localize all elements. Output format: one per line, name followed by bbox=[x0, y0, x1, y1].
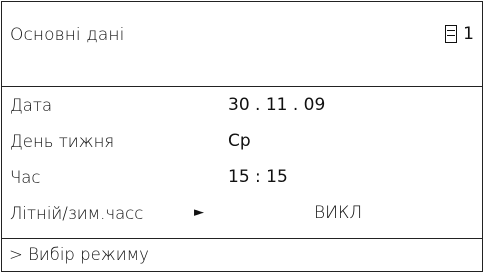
page-title: Основні дані bbox=[10, 25, 125, 45]
page-list-icon bbox=[445, 25, 458, 43]
row-dst[interactable]: Літній/зим.часс ► ВИКЛ bbox=[2, 196, 482, 232]
row-label: Час bbox=[10, 168, 41, 187]
row-label: День тижня bbox=[10, 132, 115, 151]
row-time[interactable]: Час 15 : 15 bbox=[2, 160, 482, 196]
weekday-value[interactable]: Ср bbox=[228, 131, 251, 151]
display-panel: Основні дані 1 Дата 30 . 11 . 09 День ти… bbox=[1, 1, 483, 272]
mode-select-link[interactable]: > Вибір режиму bbox=[9, 245, 149, 264]
date-value[interactable]: 30 . 11 . 09 bbox=[228, 95, 325, 115]
page-number: 1 bbox=[463, 24, 474, 44]
time-value[interactable]: 15 : 15 bbox=[228, 167, 288, 187]
footer[interactable]: > Вибір режиму bbox=[2, 238, 482, 271]
row-date[interactable]: Дата 30 . 11 . 09 bbox=[2, 88, 482, 124]
page-indicator: 1 bbox=[445, 24, 474, 44]
dst-value[interactable]: ВИКЛ bbox=[314, 203, 362, 223]
selection-arrow-icon: ► bbox=[194, 205, 204, 220]
header: Основні дані 1 bbox=[2, 2, 482, 87]
row-weekday[interactable]: День тижня Ср bbox=[2, 124, 482, 160]
row-label: Літній/зим.часс bbox=[10, 204, 144, 223]
row-label: Дата bbox=[10, 96, 53, 115]
